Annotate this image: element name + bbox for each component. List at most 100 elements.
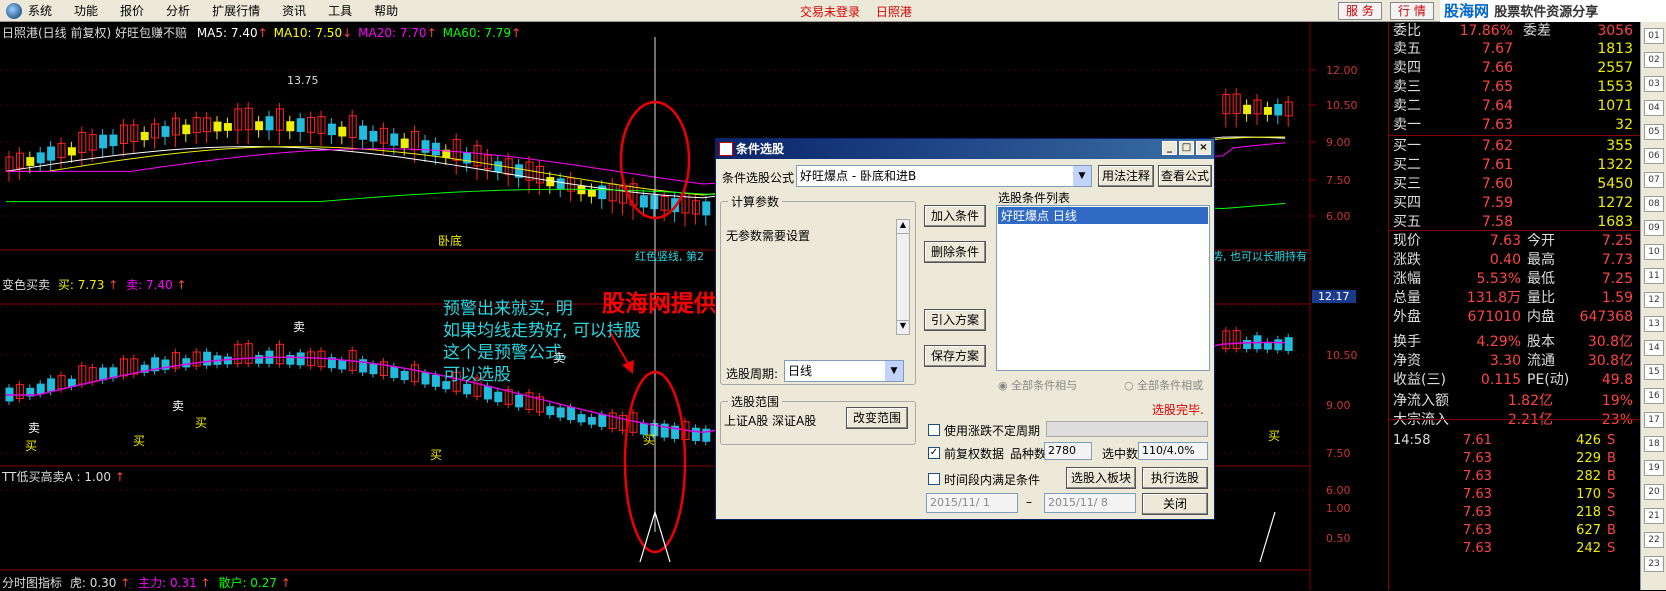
selected-label: 选中数: [1102, 447, 1139, 461]
end-date-field[interactable]: 2015/11/ 8: [1044, 493, 1136, 513]
chevron-down-icon[interactable]: ▼: [885, 361, 903, 381]
stat-value-2: 30.8亿: [1587, 353, 1633, 369]
up-arrow-icon: ↑: [280, 576, 291, 590]
run-screen-button[interactable]: 执行选股: [1142, 467, 1208, 489]
close-dialog-button[interactable]: 关闭: [1142, 493, 1208, 515]
menu-item-help[interactable]: 帮助: [374, 2, 398, 19]
toolbar-button[interactable]: 04: [1644, 100, 1664, 116]
toolbar-button[interactable]: 23: [1644, 556, 1664, 572]
buy-level-row[interactable]: 买五 7.58 1683: [1393, 213, 1637, 231]
change-range-button[interactable]: 改变范围: [846, 407, 908, 429]
menu-item-extended[interactable]: 扩展行情: [212, 2, 260, 19]
chevron-down-icon[interactable]: ▼: [1073, 166, 1091, 186]
toolbar-button[interactable]: 17: [1644, 412, 1664, 428]
toolbar-button[interactable]: 08: [1644, 196, 1664, 212]
add-to-block-button[interactable]: 选股入板块: [1066, 467, 1136, 489]
variable-period-checkbox[interactable]: [928, 424, 940, 436]
toolbar-button[interactable]: 18: [1644, 436, 1664, 452]
toolbar-button[interactable]: 02: [1644, 52, 1664, 68]
toolbar-button[interactable]: 21: [1644, 508, 1664, 524]
menu-item-function[interactable]: 功能: [74, 2, 98, 19]
sell-level-row[interactable]: 卖三 7.65 1553: [1393, 78, 1637, 96]
menu-item-info[interactable]: 资讯: [282, 2, 306, 19]
toolbar-button[interactable]: 09: [1644, 220, 1664, 236]
toolbar-button[interactable]: 10: [1644, 244, 1664, 260]
scroll-down-icon[interactable]: ▼: [897, 320, 909, 334]
order-diff-label: 委差: [1523, 23, 1551, 39]
buy-signal-mark: 买: [25, 439, 37, 453]
start-date-field[interactable]: 2015/11/ 1: [926, 493, 1018, 513]
close-icon[interactable]: ×: [1196, 141, 1211, 155]
candle-body: [67, 378, 76, 387]
buy-level-row[interactable]: 买二 7.61 1322: [1393, 156, 1637, 174]
sell-level-row[interactable]: 卖二 7.64 1071: [1393, 97, 1637, 115]
radio-or[interactable]: ○ 全部条件相或: [1124, 377, 1203, 393]
adjusted-data-checkbox[interactable]: ✓: [928, 447, 940, 459]
app-logo-icon[interactable]: [6, 2, 22, 19]
up-arrow-icon: ↑: [200, 576, 211, 590]
tick-side: S: [1607, 505, 1616, 520]
service-button[interactable]: 服 务: [1338, 2, 1382, 20]
sell-level-row[interactable]: 卖一 7.63 32: [1393, 116, 1637, 134]
toolbar-button[interactable]: 20: [1644, 484, 1664, 500]
menu-item-analysis[interactable]: 分析: [166, 2, 190, 19]
toolbar-button[interactable]: 15: [1644, 364, 1664, 380]
view-formula-button[interactable]: 查看公式: [1158, 165, 1212, 187]
toolbar-button[interactable]: 01: [1644, 28, 1664, 44]
toolbar-button[interactable]: 11: [1644, 268, 1664, 284]
toolbar-button[interactable]: 16: [1644, 388, 1664, 404]
minimize-icon[interactable]: _: [1162, 141, 1177, 155]
buy-level-row[interactable]: 买四 7.59 1272: [1393, 194, 1637, 212]
stat-label-2: 最低: [1527, 271, 1555, 287]
maximize-icon[interactable]: □: [1179, 141, 1194, 155]
candle-body: [1263, 106, 1272, 115]
buy-level-row[interactable]: 买一 7.62 355: [1393, 137, 1637, 155]
level-price: 7.62: [1481, 138, 1513, 154]
adjusted-data-label: 前复权数据: [944, 447, 1005, 461]
add-condition-button[interactable]: 加入条件: [924, 205, 986, 227]
peak-price-label: 13.75: [287, 74, 319, 87]
dialog-title-bar[interactable]: 条件选股 _ □ ×: [716, 139, 1214, 159]
scroll-up-icon[interactable]: ▲: [897, 220, 909, 234]
params-scrollbar[interactable]: ▲ ▼: [896, 219, 910, 335]
buy-level-row[interactable]: 买三 7.60 5450: [1393, 175, 1637, 193]
market-button[interactable]: 行 情: [1390, 2, 1434, 20]
toolbar-button[interactable]: 06: [1644, 148, 1664, 164]
import-plan-button[interactable]: 引入方案: [924, 309, 986, 331]
delete-condition-button[interactable]: 删除条件: [924, 241, 986, 263]
toolbar-button[interactable]: 22: [1644, 532, 1664, 548]
toolbar-button[interactable]: 13: [1644, 316, 1664, 332]
condition-list[interactable]: 好旺爆点 日线: [996, 205, 1210, 371]
toolbar-button[interactable]: 03: [1644, 76, 1664, 92]
toolbar-button[interactable]: 12: [1644, 292, 1664, 308]
tick-side: B: [1607, 523, 1616, 538]
toolbar-button[interactable]: 19: [1644, 460, 1664, 476]
stat-label-2: 股本: [1527, 334, 1555, 350]
save-plan-button[interactable]: 保存方案: [924, 345, 986, 367]
menu-item-system[interactable]: 系统: [28, 2, 52, 19]
tick-price: 7.63: [1463, 469, 1492, 484]
stat-label: 收益(三): [1393, 372, 1446, 388]
tick-price: 7.63: [1463, 451, 1492, 466]
y-tick-label: 9.00: [1326, 399, 1351, 412]
period-select[interactable]: 日线 ▼: [784, 360, 904, 382]
bottom-signal-label: 卧底: [438, 234, 463, 248]
condition-list-item[interactable]: 好旺爆点 日线: [998, 207, 1208, 224]
toolbar-button[interactable]: 07: [1644, 172, 1664, 188]
toolbar-button[interactable]: 05: [1644, 124, 1664, 140]
menu-item-quote[interactable]: 报价: [120, 2, 144, 19]
sell-level-row[interactable]: 卖五 7.67 1813: [1393, 40, 1637, 58]
formula-label: 条件选股公式: [722, 171, 795, 185]
panel4-value-c: 散户: 0.27: [218, 576, 278, 590]
toolbar-button[interactable]: 14: [1644, 340, 1664, 356]
level-price: 7.67: [1481, 41, 1513, 57]
radio-and[interactable]: ◉ 全部条件相与: [998, 377, 1077, 393]
menu-item-tools[interactable]: 工具: [328, 2, 352, 19]
time-range-checkbox[interactable]: [928, 473, 940, 485]
condition-list-label: 选股条件列表: [998, 191, 1071, 205]
stat-label-2: 内盘: [1527, 309, 1555, 325]
formula-select[interactable]: 好旺爆点 - 卧底和进B ▼: [796, 165, 1092, 187]
usage-notes-button[interactable]: 用法注释: [1098, 165, 1154, 187]
menu-bar: 系统 功能 报价 分析 扩展行情 资讯 工具 帮助 交易未登录 日照港 服 务 …: [0, 0, 1666, 22]
sell-level-row[interactable]: 卖四 7.66 2557: [1393, 59, 1637, 77]
